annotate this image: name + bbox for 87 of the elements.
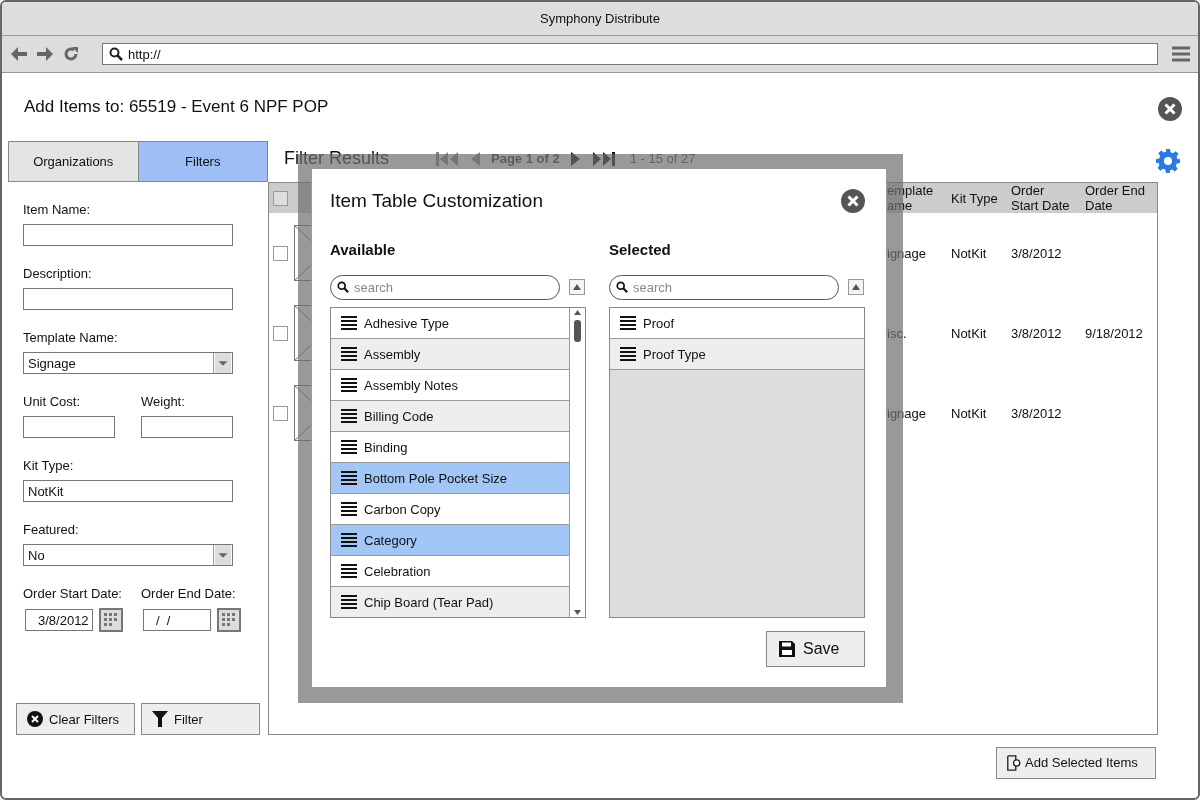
drag-handle-icon bbox=[341, 347, 357, 361]
drag-handle-icon bbox=[620, 316, 636, 330]
drag-handle-icon bbox=[341, 502, 357, 516]
input-field[interactable] bbox=[23, 288, 233, 310]
field-label: Template Name: bbox=[23, 330, 119, 345]
drag-handle-icon bbox=[341, 409, 357, 423]
table-cell: 3/8/2012 bbox=[1011, 325, 1062, 341]
column-header: Kit Type bbox=[951, 190, 998, 206]
input-field[interactable] bbox=[141, 416, 233, 438]
drag-handle-icon bbox=[620, 347, 636, 361]
move-up-button[interactable] bbox=[569, 279, 585, 295]
checkbox[interactable] bbox=[273, 245, 288, 261]
list-item[interactable]: Billing Code bbox=[331, 401, 569, 432]
checkbox[interactable] bbox=[273, 190, 288, 206]
drag-handle-icon bbox=[341, 440, 357, 454]
table-cell: NotKit bbox=[951, 405, 987, 421]
field-label: Item Name: bbox=[23, 202, 92, 217]
search-icon bbox=[109, 47, 123, 61]
date-field[interactable]: 3/8/2012 bbox=[25, 609, 93, 631]
drag-handle-icon bbox=[341, 316, 357, 330]
caret-icon bbox=[213, 353, 232, 373]
refresh-icon[interactable] bbox=[62, 46, 80, 62]
record-range: 1 - 15 of 27 bbox=[629, 151, 696, 166]
table-cell: 3/8/2012 bbox=[1011, 405, 1062, 421]
checkbox[interactable] bbox=[273, 405, 288, 421]
list-item[interactable]: Proof bbox=[610, 308, 864, 339]
settings-icon[interactable] bbox=[1156, 148, 1180, 173]
back-icon[interactable] bbox=[10, 46, 28, 62]
list-item[interactable]: Proof Type bbox=[610, 339, 864, 370]
clear-icon bbox=[27, 711, 43, 727]
menu-icon[interactable] bbox=[1172, 46, 1190, 62]
dropdown[interactable]: No bbox=[23, 544, 233, 566]
caret-icon bbox=[213, 545, 232, 565]
filter-button[interactable]: Clear Filters bbox=[16, 703, 135, 735]
field-label: Weight: bbox=[141, 394, 186, 409]
save-button[interactable]: Save bbox=[766, 631, 865, 667]
table-cell: 3/8/2012 bbox=[1011, 245, 1062, 261]
field-label: Order End Date: bbox=[141, 586, 237, 601]
list-item[interactable]: Assembly bbox=[331, 339, 569, 370]
drag-handle-icon bbox=[341, 564, 357, 578]
calendar-icon[interactable] bbox=[99, 608, 123, 632]
field-label: Order Start Date: bbox=[23, 586, 123, 601]
drag-handle-icon bbox=[341, 533, 357, 547]
calendar-icon[interactable] bbox=[217, 608, 241, 632]
tab[interactable]: Filters bbox=[138, 141, 268, 182]
tab[interactable]: Organizations bbox=[8, 141, 139, 182]
dropdown[interactable]: Signage bbox=[23, 352, 233, 374]
field-label: Kit Type: bbox=[23, 458, 75, 473]
input-field[interactable]: NotKit bbox=[23, 480, 233, 502]
list-heading: Selected bbox=[609, 240, 672, 260]
search-icon bbox=[616, 281, 628, 293]
window-title: Symphony Distribute bbox=[540, 11, 660, 26]
save-icon bbox=[779, 641, 795, 657]
search-icon bbox=[337, 281, 349, 293]
dialog-title: Item Table Customization bbox=[330, 190, 543, 212]
list-item[interactable]: Category bbox=[331, 525, 569, 556]
column-header: Order Start Date bbox=[1011, 183, 1071, 213]
drag-handle-icon bbox=[341, 595, 357, 609]
table-cell: 9/18/2012 bbox=[1085, 325, 1143, 341]
filter-button[interactable]: Filter bbox=[141, 703, 260, 735]
table-cell: ignage bbox=[887, 245, 927, 261]
input-field[interactable] bbox=[23, 224, 233, 246]
add-selected-button[interactable]: Add Selected Items bbox=[996, 746, 1156, 779]
list-item[interactable]: Chip Board (Tear Pad) bbox=[331, 587, 569, 617]
move-up-button[interactable] bbox=[848, 279, 864, 295]
address-bar[interactable]: http:// bbox=[102, 43, 1158, 65]
page-indicator: Page 1 of 2 bbox=[491, 151, 560, 166]
field-label: Unit Cost: bbox=[23, 394, 82, 409]
table-cell: NotKit bbox=[951, 325, 987, 341]
add-item-icon bbox=[1006, 754, 1022, 771]
date-field[interactable]: / / bbox=[143, 609, 211, 631]
column-header: Order End Date bbox=[1085, 183, 1146, 213]
table-cell: ignage bbox=[887, 405, 927, 421]
page-title: Add Items to: 65519 - Event 6 NPF POP bbox=[24, 97, 329, 117]
input-field[interactable] bbox=[23, 416, 115, 438]
funnel-icon bbox=[152, 711, 168, 727]
close-icon[interactable] bbox=[1158, 97, 1182, 121]
checkbox[interactable] bbox=[273, 325, 288, 341]
list-item[interactable]: Bottom Pole Pocket Size bbox=[331, 463, 569, 494]
forward-icon[interactable] bbox=[36, 46, 54, 62]
close-icon[interactable] bbox=[841, 189, 865, 213]
field-label: Description: bbox=[23, 266, 93, 281]
table-cell: NotKit bbox=[951, 245, 987, 261]
drag-handle-icon bbox=[341, 378, 357, 392]
drag-handle-icon bbox=[341, 471, 357, 485]
field-label: Featured: bbox=[23, 522, 80, 537]
list-heading: Available bbox=[330, 240, 397, 260]
